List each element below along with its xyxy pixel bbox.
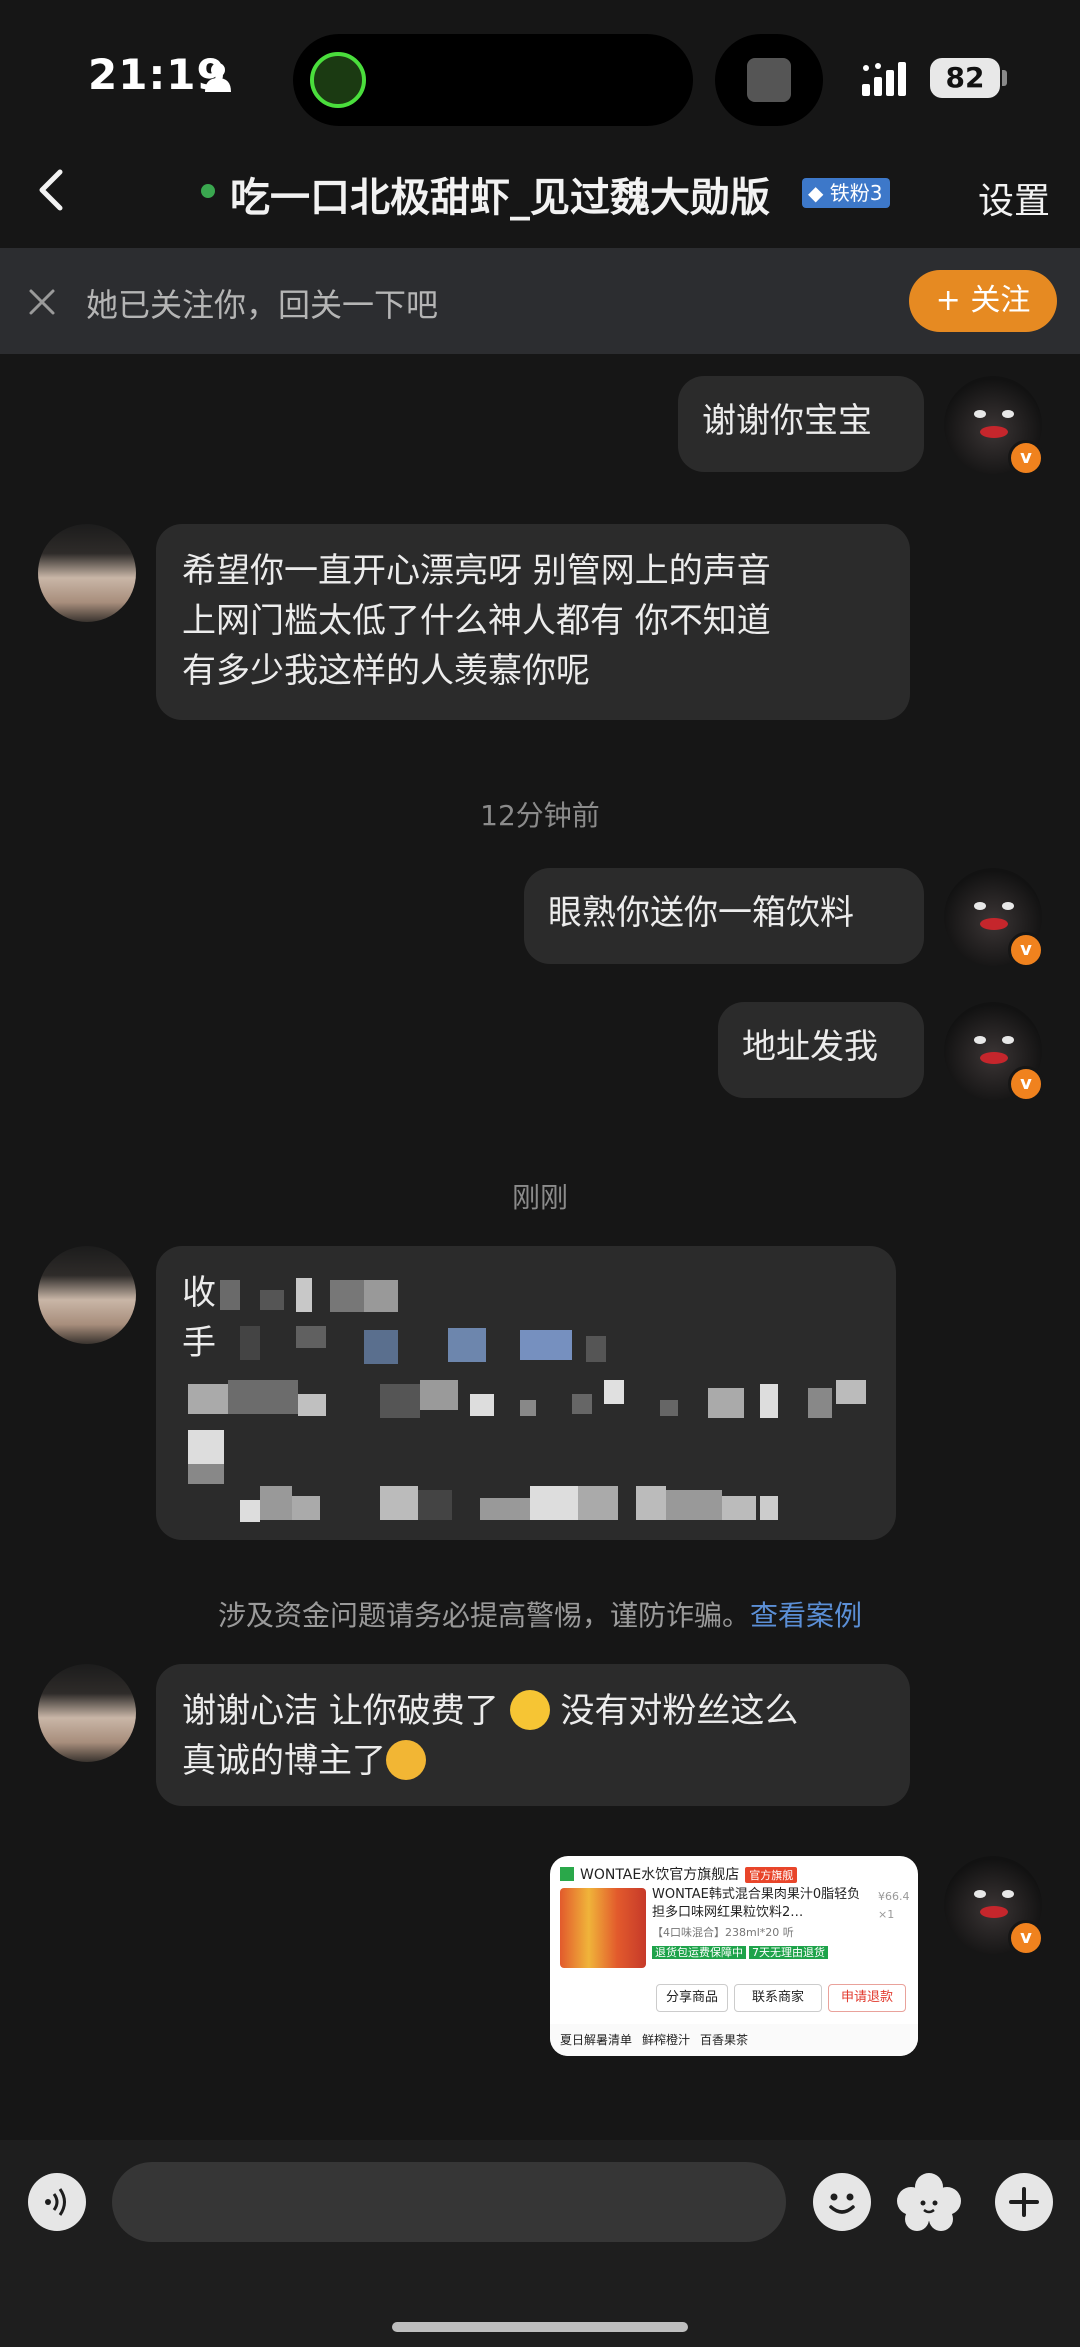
contact-avatar[interactable]: [38, 1664, 136, 1762]
shop-name: WONTAE水饮官方旗舰店 官方旗舰: [560, 1864, 798, 1884]
message-input[interactable]: [112, 2162, 786, 2242]
recommendation-item[interactable]: 鲜榨橙汁: [642, 2033, 690, 2047]
message-text: 没有对粉丝这么: [560, 1691, 799, 1731]
shop-name-text: WONTAE水饮官方旗舰店: [580, 1867, 740, 1883]
sticker-button[interactable]: [897, 2173, 961, 2231]
verified-badge-icon: v: [1008, 932, 1044, 968]
crying-emoji-icon: [386, 1740, 426, 1780]
avatar-eye: [974, 410, 986, 418]
message-text: 地址发我: [742, 1027, 878, 1067]
back-arrow-icon[interactable]: [22, 160, 82, 220]
flower-sticker-icon: [897, 2173, 961, 2231]
home-indicator: [392, 2322, 688, 2332]
online-status-dot: [201, 184, 215, 198]
recommendation-item[interactable]: 百香果茶: [700, 2033, 748, 2047]
product-card[interactable]: WONTAE水饮官方旗舰店 官方旗舰 WONTAE韩式混合果肉果汁0脂轻负担多口味…: [550, 1856, 918, 2056]
emoji-button[interactable]: [813, 2173, 871, 2231]
avatar-eye: [1002, 902, 1014, 910]
product-spec: 【4口味混合】238ml*20 听: [652, 1926, 794, 1939]
view-cases-link[interactable]: 查看案例: [750, 1599, 862, 1632]
fan-level-badge: ◆ 铁粉3: [802, 178, 891, 208]
timestamp: 12分钟前: [480, 799, 600, 832]
message-line: 希望你一直开心漂亮呀 别管网上的声音: [182, 551, 771, 591]
recommendation-item[interactable]: 夏日解暑清单: [560, 2033, 632, 2047]
follow-button[interactable]: + 关注: [909, 270, 1057, 332]
fraud-warning-text: 涉及资金问题请务必提高警惕，谨防诈骗。: [217, 1599, 750, 1632]
battery-tip: [1002, 70, 1007, 86]
product-thumbnail: [560, 1888, 646, 1968]
message-text: 谢谢心洁 让你破费了: [182, 1691, 499, 1731]
message-text: 眼熟你送你一箱饮料: [548, 893, 854, 933]
message-bubble-received[interactable]: 谢谢心洁 让你破费了 没有对粉丝这么 真诚的博主了: [156, 1664, 910, 1806]
tag-7day-return: 7天无理由退货: [749, 1946, 828, 1959]
battery-indicator: 82: [930, 58, 1000, 98]
message-bubble-sent[interactable]: 地址发我: [718, 1002, 924, 1098]
contact-avatar[interactable]: [38, 1246, 136, 1344]
product-price: ¥66.4: [878, 1890, 910, 1903]
shop-logo-icon: [560, 1867, 574, 1881]
product-quantity: ×1: [878, 1908, 895, 1921]
product-tags: 退货包运费保障中 7天无理由退货: [652, 1944, 831, 1960]
contact-seller-button[interactable]: 联系商家: [734, 1984, 822, 2012]
avatar-lips: [980, 918, 1008, 930]
avatar-eye: [974, 1890, 986, 1898]
product-name: WONTAE韩式混合果肉果汁0脂轻负担多口味网红果粒饮料2…: [652, 1887, 861, 1920]
voice-icon: [45, 2188, 66, 2216]
plus-icon: [1009, 2187, 1039, 2217]
request-refund-button[interactable]: 申请退款: [828, 1984, 906, 2012]
settings-button[interactable]: 设置: [978, 172, 1050, 224]
avatar-eye: [974, 1036, 986, 1044]
tag-return-shipping: 退货包运费保障中: [652, 1946, 746, 1959]
avatar-eye: [1002, 1890, 1014, 1898]
close-icon[interactable]: [26, 286, 58, 318]
activity-icon: [310, 52, 366, 108]
contact-avatar[interactable]: [38, 524, 136, 622]
fan-badge-label: 铁粉3: [829, 181, 883, 205]
timestamp: 刚刚: [511, 1181, 568, 1214]
message-line: 上网门槛太低了什么神人都有 你不知道: [182, 601, 771, 641]
avatar-eye: [1002, 1036, 1014, 1044]
message-bubble-sent[interactable]: 谢谢你宝宝: [678, 376, 924, 472]
message-text: 真诚的博主了: [182, 1741, 386, 1781]
share-product-button[interactable]: 分享商品: [656, 1984, 728, 2012]
follow-back-text: 她已关注你，回关一下吧: [86, 286, 439, 324]
signal-icon: [862, 62, 906, 96]
product-recommendations: 夏日解暑清单 鲜榨橙汁 百香果茶: [550, 2024, 918, 2056]
avatar-eye: [974, 902, 986, 910]
app-thumbnail-icon: [747, 58, 791, 102]
fraud-warning: 涉及资金问题请务必提高警惕，谨防诈骗。查看案例: [0, 1594, 1080, 1634]
person-icon: [205, 63, 231, 92]
verified-badge-icon: v: [1008, 1920, 1044, 1956]
add-more-button[interactable]: [995, 2173, 1053, 2231]
avatar-eye: [1002, 410, 1014, 418]
diamond-icon: ◆: [808, 181, 830, 205]
message-bubble-received[interactable]: 希望你一直开心漂亮呀 别管网上的声音 上网门槛太低了什么神人都有 你不知道 有多…: [156, 524, 910, 720]
official-store-badge: 官方旗舰: [745, 1867, 798, 1883]
message-line: 有多少我这样的人羡慕你呢: [182, 651, 590, 691]
verified-badge-icon: v: [1008, 440, 1044, 476]
message-bubble-sent[interactable]: 眼熟你送你一箱饮料: [524, 868, 924, 964]
hug-emoji-icon: [509, 1690, 550, 1730]
avatar-lips: [980, 1906, 1008, 1918]
message-text: 谢谢你宝宝: [702, 401, 872, 441]
message-line-prefix: 收: [182, 1273, 216, 1313]
chat-title: 吃一口北极甜虾_见过魏大勋版: [230, 175, 770, 221]
avatar-lips: [980, 426, 1008, 438]
avatar-lips: [980, 1052, 1008, 1064]
voice-input-button[interactable]: [28, 2173, 86, 2231]
smiley-icon: [829, 2193, 855, 2214]
verified-badge-icon: v: [1008, 1066, 1044, 1102]
